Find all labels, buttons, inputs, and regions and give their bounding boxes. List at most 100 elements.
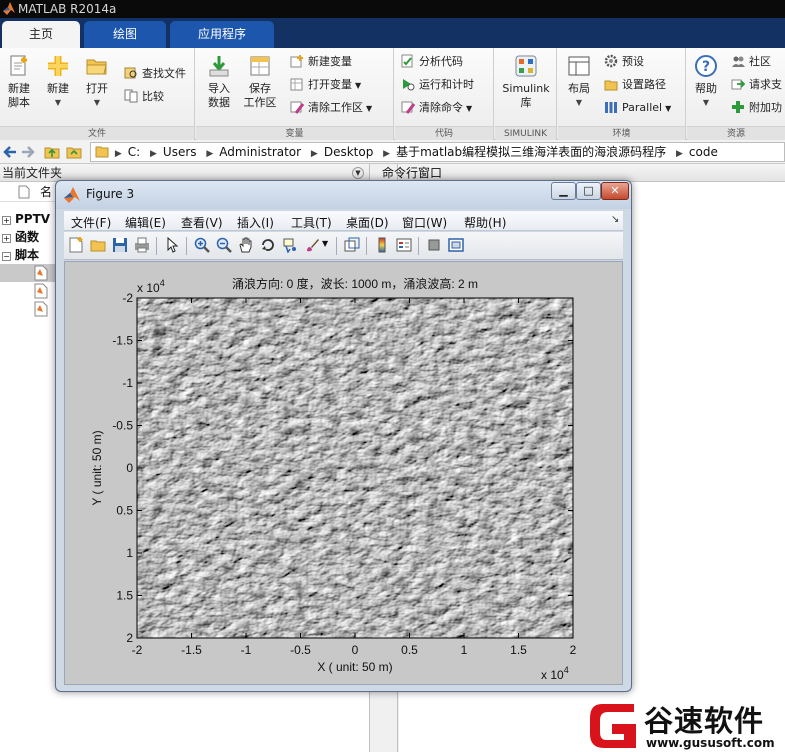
brush-icon[interactable] — [304, 237, 320, 253]
collapse-icon[interactable]: − — [2, 252, 11, 261]
figure-window[interactable]: Figure 3 ▁ □ ✕ 文件(F) 编辑(E) 查看(V) 插入(I) 工… — [55, 180, 632, 692]
import-data-button[interactable]: 导入 数据 — [200, 52, 238, 110]
script-file-icon[interactable] — [34, 265, 48, 281]
path-segment[interactable]: code — [689, 143, 718, 161]
parallel-dropdown-icon[interactable]: ▼ — [665, 104, 671, 113]
rotate-3d-icon[interactable] — [260, 237, 276, 253]
ribbon-section-file: 新建 脚本 新建 ▼ 打开 ▼ 查找文件 比较 文件 — [0, 48, 195, 140]
tree-item-pptv[interactable]: + PPTV — [0, 210, 50, 228]
back-arrow-icon[interactable] — [2, 144, 18, 160]
clear-commands-button[interactable]: 清除命令 ▼ — [401, 98, 472, 118]
new-button[interactable]: 新建 ▼ — [39, 52, 77, 110]
simulink-library-button[interactable]: Simulink 库 — [499, 52, 553, 110]
toolbar-separator — [156, 237, 157, 255]
open-button[interactable]: 打开 ▼ — [78, 52, 116, 110]
path-segment[interactable]: Users — [163, 143, 197, 161]
new-variable-button[interactable]: 新建变量 — [290, 52, 352, 72]
save-workspace-button[interactable]: 保存 工作区 — [241, 52, 279, 110]
name-column-header[interactable]: 名 — [40, 182, 52, 202]
open-variable-dropdown-icon[interactable]: ▼ — [355, 81, 361, 90]
tab-apps[interactable]: 应用程序 — [170, 21, 274, 48]
open-variable-button[interactable]: 打开变量 ▼ — [290, 75, 361, 95]
close-button[interactable]: ✕ — [601, 182, 629, 200]
tab-home[interactable]: 主页 — [2, 21, 80, 48]
preferences-button[interactable]: 预设 — [604, 52, 644, 72]
open-label: 打开 — [86, 82, 108, 95]
menu-file[interactable]: 文件(F) — [71, 214, 111, 231]
brush-dropdown-icon[interactable]: ▼ — [322, 239, 328, 248]
community-button[interactable]: 社区 — [731, 52, 771, 72]
hide-plot-tools-icon[interactable] — [426, 237, 442, 253]
save-icon[interactable] — [112, 237, 128, 253]
path-segment[interactable]: 基于matlab编程模拟三维海洋表面的海浪源码程序 — [396, 143, 666, 161]
pan-hand-icon[interactable] — [238, 237, 254, 253]
print-icon[interactable] — [134, 237, 150, 253]
tree-item-functions[interactable]: + 函数 — [0, 228, 39, 246]
legend-icon[interactable] — [396, 237, 412, 253]
menu-tools[interactable]: 工具(T) — [291, 214, 332, 231]
pointer-icon[interactable] — [164, 237, 180, 253]
ribbon-section-variable: 导入 数据 保存 工作区 新建变量 打开变量 ▼ 清除工作区 ▼ 变量 — [196, 48, 394, 140]
x-tick-label: -1 — [241, 643, 252, 657]
help-button[interactable]: ? 帮助 ▼ — [687, 52, 725, 110]
tab-plots[interactable]: 绘图 — [84, 21, 166, 48]
menu-window[interactable]: 窗口(W) — [402, 214, 447, 231]
clear-workspace-label: 清除工作区 — [308, 101, 363, 114]
menu-view[interactable]: 查看(V) — [181, 214, 223, 231]
tree-item-scripts[interactable]: − 脚本 — [0, 246, 39, 264]
minimize-button[interactable]: ▁ — [551, 182, 576, 200]
menu-edit[interactable]: 编辑(E) — [125, 214, 166, 231]
figure-title-bar[interactable]: Figure 3 ▁ □ ✕ — [56, 181, 631, 209]
parallel-label: Parallel — [622, 101, 663, 114]
compare-button[interactable]: 比较 — [124, 87, 164, 107]
menu-dock-arrow-icon[interactable]: ↘ — [611, 214, 619, 225]
selected-file-row[interactable] — [0, 264, 60, 282]
x-tick-label: 0.5 — [401, 643, 418, 657]
zoom-in-icon[interactable] — [194, 237, 210, 253]
menu-desktop[interactable]: 桌面(D) — [346, 214, 389, 231]
surface-plot[interactable]: -2 -1.5 -1 -0.5 0 0.5 1 1.5 2 -2 -1.5 -1 -0.5 0 0.5 1 1… — [65, 262, 622, 684]
path-segment[interactable]: Desktop — [324, 143, 374, 161]
expand-icon[interactable]: + — [2, 216, 11, 225]
path-segment[interactable]: Administrator — [219, 143, 301, 161]
add-ons-button[interactable]: 附加功 — [731, 98, 782, 118]
clear-commands-dropdown-icon[interactable]: ▼ — [466, 104, 472, 113]
open-file-icon[interactable] — [90, 237, 106, 253]
new-script-button[interactable]: 新建 脚本 — [0, 52, 38, 110]
panel-menu-icon[interactable]: ▼ — [352, 167, 364, 179]
layout-button[interactable]: 布局 ▼ — [560, 52, 598, 110]
parallel-button[interactable]: Parallel ▼ — [604, 98, 671, 118]
script-file-icon[interactable] — [34, 301, 48, 317]
colorbar-icon[interactable] — [374, 237, 390, 253]
clear-workspace-dropdown-icon[interactable]: ▼ — [366, 104, 372, 113]
forward-arrow-icon[interactable] — [20, 144, 36, 160]
folder-open-icon — [86, 59, 107, 75]
path-breadcrumb[interactable]: ▶ C: ▶ Users ▶ Administrator ▶ Desktop ▶ 基于ma… — [90, 142, 785, 162]
up-folder-icon[interactable] — [44, 144, 60, 160]
maximize-button[interactable]: □ — [576, 182, 601, 200]
expand-icon[interactable]: + — [2, 234, 11, 243]
find-files-button[interactable]: 查找文件 — [124, 64, 186, 84]
menu-help[interactable]: 帮助(H) — [464, 214, 506, 231]
link-plot-icon[interactable] — [344, 237, 360, 253]
figure-canvas[interactable]: -2 -1.5 -1 -0.5 0 0.5 1 1.5 2 -2 -1.5 -1 -0.5 0 0.5 1 1… — [64, 261, 623, 685]
show-plot-tools-icon[interactable] — [448, 237, 464, 253]
figure-toolbar: ▼ — [64, 232, 623, 260]
script-file-icon[interactable] — [34, 283, 48, 299]
clear-workspace-button[interactable]: 清除工作区 ▼ — [290, 98, 372, 118]
wave-surface-image[interactable] — [137, 298, 573, 638]
ribbon-section-variable-label: 变量 — [196, 126, 393, 140]
analyze-code-button[interactable]: 分析代码 — [401, 52, 463, 72]
path-segment[interactable]: C: — [128, 143, 140, 161]
compare-label: 比较 — [142, 90, 164, 103]
new-variable-label: 新建变量 — [308, 55, 352, 68]
new-figure-icon[interactable] — [68, 237, 84, 253]
zoom-out-icon[interactable] — [216, 237, 232, 253]
run-and-time-button[interactable]: 运行和计时 — [401, 75, 474, 95]
data-cursor-icon[interactable] — [282, 237, 298, 253]
browse-folder-icon[interactable] — [66, 144, 82, 160]
request-support-button[interactable]: 请求支 — [731, 75, 782, 95]
set-path-button[interactable]: 设置路径 — [604, 75, 666, 95]
ribbon-tab-bar: 主页 绘图 应用程序 — [0, 18, 785, 48]
menu-insert[interactable]: 插入(I) — [237, 214, 274, 231]
